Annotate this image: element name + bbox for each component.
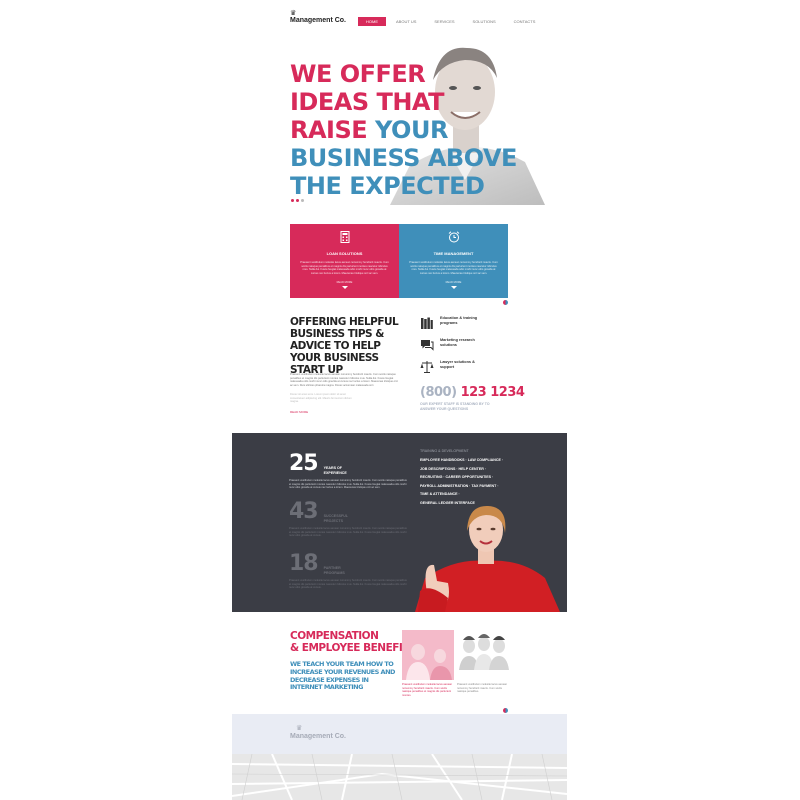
compensation-heading: COMPENSATION & EMPLOYEE BENEFITS:	[290, 630, 420, 654]
phone-digits: 123 1234	[460, 385, 525, 400]
nav-home[interactable]: HOME	[358, 17, 386, 26]
feature-label: Marketing research solutions	[440, 338, 475, 347]
nav-solutions[interactable]: SOLUTIONS	[465, 17, 504, 26]
tips-read-more-link[interactable]: READ MORE	[290, 410, 308, 414]
footer: ♛ Management Co.	[232, 714, 567, 754]
brand-logo[interactable]: ♛ Management Co.	[290, 10, 346, 24]
hero-line-3a: RAISE	[290, 116, 368, 144]
hero-line-4: BUSINESS ABOVE	[290, 144, 517, 172]
hero-slider-dots	[291, 199, 304, 202]
stat-partners: 18 PARTNER PROGRAMS Praesent vestibulum …	[289, 551, 407, 590]
main-nav: HOME ABOUT US SERVICES SOLUTIONS CONTACT…	[358, 17, 543, 26]
alarm-clock-icon	[448, 231, 459, 243]
feature-marketing[interactable]: Marketing research solutions	[420, 338, 485, 352]
stat-label: SUCCESSFUL PROJECTS	[323, 514, 348, 523]
card-title: TIME MANAGEMENT	[433, 251, 474, 256]
stat-paragraph: Praesent vestibulum molestie lacus aenea…	[289, 579, 407, 590]
compensation-caption: Praesent vestibulum molestie lacus aenea…	[402, 683, 453, 697]
stat-projects: 43 SUCCESSFUL PROJECTS Praesent vestibul…	[289, 499, 407, 538]
stat-years: 25 YEARS OF EXPERIENCE Praesent vestibul…	[289, 451, 407, 490]
tips-paragraph-secondary: Donec sit amet eros. Lorem ipsum dolor s…	[290, 393, 352, 404]
card-description: Praesent vestibulum molestie lacus aenea…	[409, 261, 498, 275]
feature-lawyer[interactable]: Lawyer solutions & support	[420, 360, 485, 374]
hero-line-2: IDEAS THAT	[290, 88, 444, 116]
team-group-photo[interactable]	[457, 630, 509, 680]
phone-number[interactable]: (800) 123 1234	[420, 385, 525, 400]
woman-thumbs-up-photo	[415, 505, 560, 612]
phone-subtext: OUR EXPERT STAFF IS STANDING BY TO ANSWE…	[420, 402, 490, 411]
chevron-down-icon	[450, 286, 457, 289]
nav-contacts[interactable]: CONTACTS	[506, 17, 544, 26]
stat-label: YEARS OF EXPERIENCE	[323, 466, 347, 475]
brand-name: Management Co.	[290, 17, 347, 24]
books-icon	[421, 317, 433, 329]
slider-dot[interactable]	[301, 199, 304, 202]
stat-number: 18	[289, 551, 319, 576]
calculator-icon	[340, 231, 349, 243]
compensation-caption: Praesent vestibulum molestie lacus aenea…	[457, 683, 508, 694]
training-item[interactable]: TIME & ATTENDANCE ·	[420, 490, 503, 499]
compensation-slider-arrows[interactable]	[503, 708, 508, 713]
feature-education[interactable]: Education & training programs	[420, 316, 485, 330]
compensation-heading-line1: COMPENSATION	[290, 630, 379, 642]
cards-slider-arrows[interactable]	[503, 300, 508, 305]
stat-number: 25	[289, 451, 319, 476]
training-label: TRAINING & DEVELOPMENT	[420, 449, 469, 453]
hero-headline: WE OFFER IDEAS THAT RAISE YOUR BUSINESS …	[290, 60, 517, 200]
card-read-more[interactable]: READ MORE	[290, 281, 399, 284]
card-title: LOAN SOLUTIONS	[326, 251, 363, 256]
footer-brand-name[interactable]: Management Co.	[290, 733, 346, 740]
slider-dot[interactable]	[296, 199, 299, 202]
card-read-more[interactable]: READ MORE	[399, 281, 508, 284]
crown-icon: ♛	[296, 725, 303, 732]
stats-section: 25 YEARS OF EXPERIENCE Praesent vestibul…	[232, 433, 567, 612]
feature-label: Lawyer solutions & support	[440, 360, 475, 369]
training-item[interactable]: JOB DESCRIPTIONS · HELP CENTER ·	[420, 465, 503, 474]
tips-paragraph: Praesent vestibulum molestie lacus aenea…	[290, 373, 398, 387]
card-loan-solutions[interactable]: LOAN SOLUTIONS Praesent vestibulum moles…	[290, 224, 399, 298]
team-meeting-photo[interactable]	[402, 630, 454, 680]
compensation-heading-line2: & EMPLOYEE BENEFITS:	[290, 642, 420, 654]
stat-paragraph: Praesent vestibulum molestie lacus aenea…	[289, 527, 407, 538]
stat-paragraph: Praesent vestibulum molestie lacus aenea…	[289, 479, 407, 490]
phone-prefix: (800)	[420, 385, 457, 400]
crown-icon: ♛	[290, 10, 297, 17]
chat-bubble-icon	[421, 340, 434, 351]
hero-line-1: WE OFFER	[290, 60, 426, 88]
hero-line-3b: YOUR	[375, 116, 448, 144]
stat-number: 43	[289, 499, 319, 524]
nav-about-us[interactable]: ABOUT US	[388, 17, 424, 26]
nav-services[interactable]: SERVICES	[426, 17, 462, 26]
hero-line-5: THE EXPECTED	[290, 172, 485, 200]
compensation-subheading: WE TEACH YOUR TEAM HOW TO INCREASE YOUR …	[290, 660, 395, 692]
scales-icon	[420, 361, 434, 373]
chevron-down-icon	[341, 286, 348, 289]
training-item[interactable]: EMPLOYEE HANDBOOKS · LAW COMPLIANCE ·	[420, 456, 503, 465]
stat-label: PARTNER PROGRAMS	[323, 566, 345, 575]
slider-dot[interactable]	[291, 199, 294, 202]
tips-heading: OFFERING HELPFUL BUSINESS TIPS & ADVICE …	[290, 316, 399, 376]
training-item[interactable]: RECRUITING · CAREER OPPORTUNITIES ·	[420, 473, 503, 482]
feature-label: Education & training programs	[440, 316, 478, 325]
card-description: Praesent vestibulum molestie lacus aenea…	[300, 261, 389, 275]
location-map[interactable]	[232, 754, 567, 800]
training-list: TRAINING & DEVELOPMENT EMPLOYEE HANDBOOK…	[420, 449, 503, 508]
card-time-management[interactable]: TIME MANAGEMENT Praesent vestibulum mole…	[399, 224, 508, 298]
training-item[interactable]: PAYROLL ADMINISTRATION · TAX PAYMENT ·	[420, 482, 503, 491]
